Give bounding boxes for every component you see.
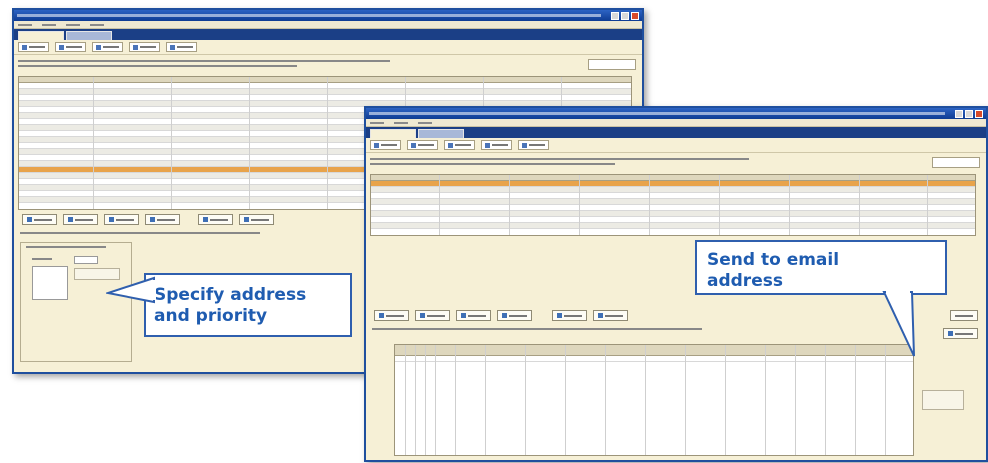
action-button[interactable]: [22, 214, 57, 225]
toolbar-icon: [96, 44, 101, 50]
title-bar: [14, 10, 642, 21]
tab[interactable]: [418, 129, 464, 138]
action-button[interactable]: [593, 310, 628, 321]
priority-field[interactable]: [74, 256, 98, 264]
email-recipients-table[interactable]: [394, 344, 914, 456]
toolbar-button[interactable]: [92, 42, 123, 52]
action-button[interactable]: [239, 214, 274, 225]
toolbar-button[interactable]: [166, 42, 197, 52]
toolbar-icon: [522, 142, 527, 148]
action-button[interactable]: [198, 214, 233, 225]
toolbar: [14, 40, 642, 55]
menu-bar: [366, 119, 986, 127]
menu-item[interactable]: [370, 121, 384, 124]
toolbar-icon: [448, 142, 453, 148]
help-button[interactable]: [943, 328, 978, 339]
action-button[interactable]: [104, 214, 139, 225]
menu-bar: [14, 21, 642, 29]
button-icon: [557, 313, 562, 318]
send-callout-text: Send to email address: [707, 250, 840, 291]
button-icon: [948, 331, 953, 336]
action-button[interactable]: [552, 310, 587, 321]
action-button[interactable]: [415, 310, 450, 321]
button-icon: [379, 313, 384, 318]
action-button[interactable]: [63, 214, 98, 225]
table-header: [395, 345, 913, 356]
toolbar-button[interactable]: [481, 140, 512, 150]
button-icon: [27, 217, 32, 222]
toolbar-button[interactable]: [370, 140, 401, 150]
toolbar-icon: [59, 44, 64, 50]
results-table[interactable]: [370, 174, 976, 236]
status-text: [372, 328, 702, 330]
status-text: [20, 232, 260, 234]
button-icon: [203, 217, 208, 222]
table-row[interactable]: [395, 356, 913, 362]
toolbar-icon: [485, 142, 490, 148]
address-list[interactable]: [32, 266, 68, 300]
toolbar-button[interactable]: [55, 42, 86, 52]
table-row[interactable]: [371, 223, 975, 229]
menu-item[interactable]: [42, 23, 56, 26]
toolbar-button[interactable]: [518, 140, 549, 150]
field-label: [32, 258, 52, 260]
new-search-button[interactable]: [588, 59, 636, 70]
menu-item[interactable]: [90, 23, 104, 26]
close-icon[interactable]: [631, 11, 639, 20]
button-icon: [420, 313, 425, 318]
tab-strip: [366, 127, 986, 138]
toolbar-icon: [22, 44, 27, 50]
maximize-icon[interactable]: [965, 109, 973, 118]
button-icon: [598, 313, 603, 318]
button-icon: [109, 217, 114, 222]
toolbar: [366, 138, 986, 153]
toolbar-icon: [133, 44, 138, 50]
button-icon: [68, 217, 73, 222]
button-icon: [244, 217, 249, 222]
minimize-icon[interactable]: [611, 11, 619, 20]
action-button[interactable]: [497, 310, 532, 321]
close-icon[interactable]: [975, 109, 983, 118]
toolbar-icon: [374, 142, 379, 148]
specify-callout-text: Specify address and priority: [154, 285, 307, 326]
button-icon: [502, 313, 507, 318]
menu-item[interactable]: [394, 121, 408, 124]
toolbar-button[interactable]: [129, 42, 160, 52]
minimize-icon[interactable]: [955, 109, 963, 118]
action-button-row: [22, 214, 274, 225]
button-icon: [150, 217, 155, 222]
button-icon: [461, 313, 466, 318]
send-button[interactable]: [922, 390, 964, 410]
action-button[interactable]: [374, 310, 409, 321]
action-button[interactable]: [145, 214, 180, 225]
callout-pointer: [882, 290, 915, 357]
menu-item[interactable]: [66, 23, 80, 26]
tab[interactable]: [66, 31, 112, 40]
window-title: [369, 112, 945, 115]
new-search-button[interactable]: [932, 157, 980, 168]
window-title: [17, 14, 601, 17]
right-action-button[interactable]: [950, 310, 978, 321]
tab[interactable]: [370, 129, 416, 138]
menu-item[interactable]: [418, 121, 432, 124]
menu-item[interactable]: [18, 23, 32, 26]
maximize-icon[interactable]: [621, 11, 629, 20]
action-button-row: [374, 310, 628, 321]
toolbar-icon: [170, 44, 175, 50]
title-bar: [366, 108, 986, 119]
tab[interactable]: [18, 31, 64, 40]
toolbar-button[interactable]: [444, 140, 475, 150]
send-callout: Send to email address: [695, 240, 947, 295]
tab-strip: [14, 29, 642, 40]
group-label: [26, 246, 106, 248]
toolbar-button[interactable]: [18, 42, 49, 52]
toolbar-button[interactable]: [407, 140, 438, 150]
action-button[interactable]: [456, 310, 491, 321]
specify-callout: Specify address and priority: [144, 273, 352, 337]
toolbar-icon: [411, 142, 416, 148]
callout-pointer: [106, 276, 156, 304]
